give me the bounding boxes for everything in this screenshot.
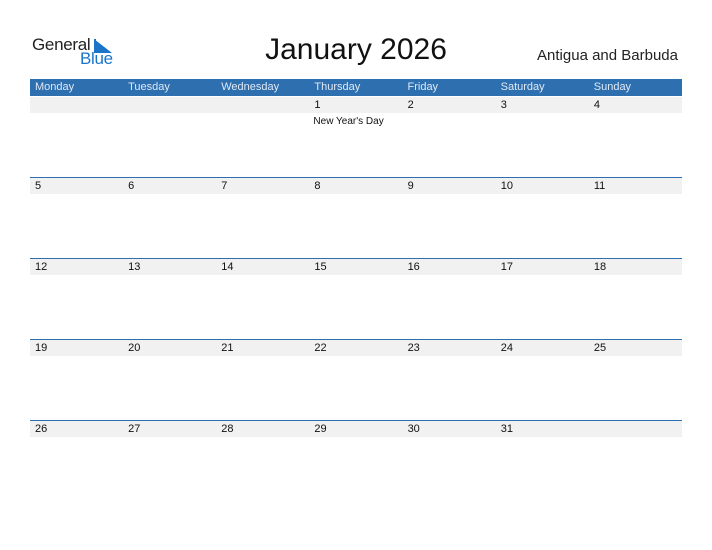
day-cell: 31 <box>496 421 589 502</box>
weekday-header: Monday Tuesday Wednesday Thursday Friday Satu… <box>30 79 682 96</box>
day-cell: 7 <box>216 178 309 259</box>
weekday-monday: Monday <box>35 81 75 93</box>
day-number: 19 <box>35 342 48 354</box>
day-cell: 13 <box>123 259 216 340</box>
weekday-friday: Friday <box>407 81 439 93</box>
day-cell: 16 <box>403 259 496 340</box>
day-number: 30 <box>407 423 420 435</box>
day-cell: 17 <box>496 259 589 340</box>
day-number: 18 <box>593 261 607 273</box>
week-row: 5 6 7 8 9 10 11 <box>30 177 682 259</box>
day-number: 4 <box>593 99 600 111</box>
weekday-saturday: Saturday <box>500 81 545 93</box>
day-cell: 5 <box>30 178 123 259</box>
day-cell: 4 <box>589 97 682 178</box>
day-number: 24 <box>500 342 513 354</box>
day-number: 22 <box>314 342 327 354</box>
day-number: 16 <box>407 261 420 273</box>
day-cell: 1 New Year's Day <box>309 97 402 178</box>
weekday-thursday: Thursday <box>314 81 361 93</box>
day-number: 11 <box>593 180 606 192</box>
day-cell <box>589 421 682 502</box>
day-number: 5 <box>35 180 42 192</box>
day-number: 29 <box>314 423 327 435</box>
week-row: 19 20 21 22 23 24 25 <box>30 339 682 421</box>
day-number: 25 <box>593 342 607 354</box>
day-cell: 3 <box>496 97 589 178</box>
day-cell: 18 <box>589 259 682 340</box>
day-cell: 14 <box>216 259 309 340</box>
day-cell: 26 <box>30 421 123 502</box>
day-number: 14 <box>221 261 234 273</box>
day-number: 31 <box>500 423 513 435</box>
country-label: Antigua and Barbuda <box>537 47 678 64</box>
day-cell: 10 <box>496 178 589 259</box>
week-row: 26 27 28 29 30 31 <box>30 420 682 502</box>
day-cell: 19 <box>30 340 123 421</box>
day-number: 9 <box>407 180 414 192</box>
day-cell: 11 <box>589 178 682 259</box>
week-row: 1 New Year's Day 2 3 4 <box>30 97 682 178</box>
day-number: 28 <box>221 423 234 435</box>
day-number: 8 <box>314 180 321 192</box>
day-number: 27 <box>128 423 141 435</box>
day-cell: 20 <box>123 340 216 421</box>
weekday-wednesday: Wednesday <box>221 81 280 93</box>
day-cell <box>123 97 216 178</box>
day-number: 6 <box>128 180 135 192</box>
week-row: 12 13 14 15 16 17 18 <box>30 258 682 340</box>
day-cell: 12 <box>30 259 123 340</box>
day-number: 21 <box>221 342 234 354</box>
day-cell <box>216 97 309 178</box>
day-number: 26 <box>35 423 48 435</box>
weekday-sunday: Sunday <box>593 81 632 93</box>
day-number: 1 <box>314 99 321 111</box>
day-number: 12 <box>35 261 48 273</box>
day-number: 2 <box>407 99 414 111</box>
day-cell: 22 <box>309 340 402 421</box>
day-cell: 9 <box>403 178 496 259</box>
day-cell: 2 <box>403 97 496 178</box>
day-number: 20 <box>128 342 141 354</box>
day-number: 13 <box>128 261 141 273</box>
day-cell: 6 <box>123 178 216 259</box>
day-cell: 15 <box>309 259 402 340</box>
day-cell: 29 <box>309 421 402 502</box>
day-cell: 27 <box>123 421 216 502</box>
day-number: 7 <box>221 180 228 192</box>
day-cell: 28 <box>216 421 309 502</box>
day-cell: 21 <box>216 340 309 421</box>
day-cell <box>30 97 123 178</box>
day-number: 3 <box>500 99 507 111</box>
day-number: 23 <box>407 342 420 354</box>
day-cell: 8 <box>309 178 402 259</box>
holiday-label: New Year's Day <box>313 116 384 127</box>
day-number: 15 <box>314 261 327 273</box>
day-cell: 24 <box>496 340 589 421</box>
weekday-tuesday: Tuesday <box>128 81 170 93</box>
day-cell: 25 <box>589 340 682 421</box>
day-number: 10 <box>500 180 513 192</box>
day-cell: 30 <box>403 421 496 502</box>
day-cell: 23 <box>403 340 496 421</box>
day-number: 17 <box>500 261 513 273</box>
